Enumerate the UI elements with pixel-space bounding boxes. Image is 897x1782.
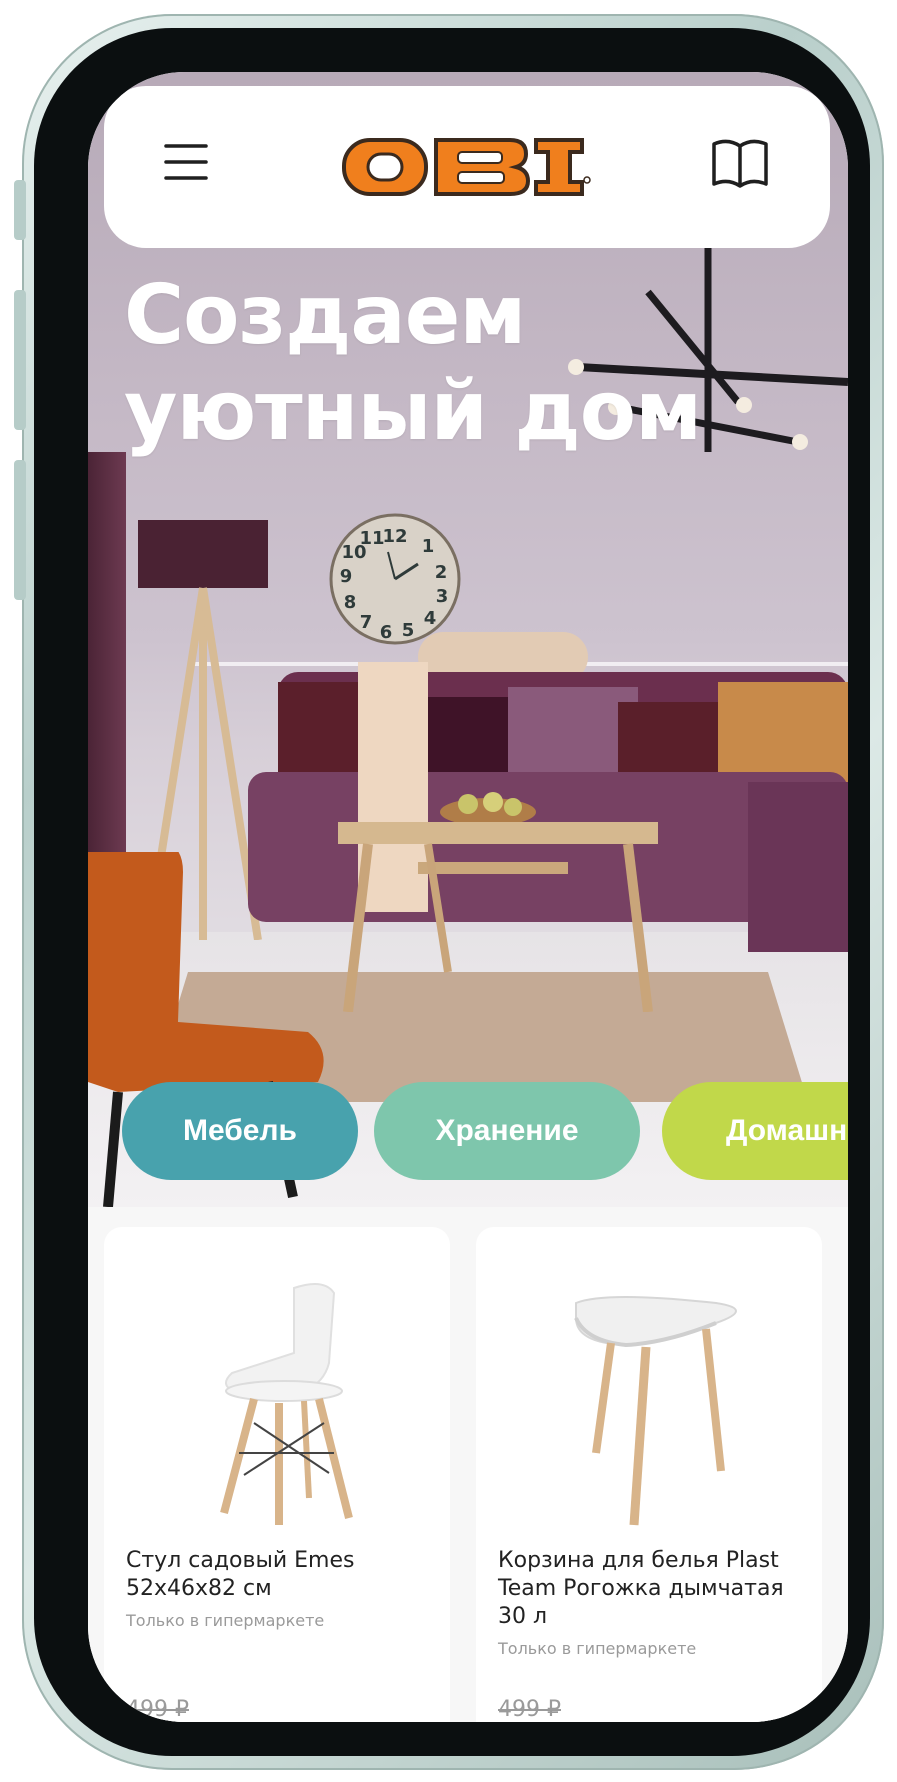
phone-volume-up [14, 290, 26, 430]
svg-text:4: 4 [424, 608, 437, 629]
category-furniture-chip[interactable]: Мебель [122, 1082, 358, 1180]
hero-title-line-1: Создаем [124, 268, 526, 363]
curtain-image [88, 452, 126, 912]
svg-text:2: 2 [435, 562, 448, 583]
hero-banner[interactable]: 12 1 2 3 4567 8 9 10 11 Создаем уютный д… [88, 72, 848, 1207]
product-title[interactable]: Корзина для белья Plast Team Рогожка дым… [498, 1547, 798, 1631]
obi-logo[interactable] [342, 132, 592, 202]
hamburger-menu-icon[interactable] [162, 138, 210, 186]
category-home-chip[interactable]: Домашний [662, 1082, 848, 1180]
product-card[interactable]: Корзина для белья Plast Team Рогожка дым… [476, 1227, 822, 1722]
svg-text:3: 3 [436, 586, 449, 607]
product-card[interactable]: Стул садовый Emes 52x46x82 см Только в г… [104, 1227, 450, 1722]
open-book-icon[interactable] [708, 136, 772, 192]
app-screen: 12 1 2 3 4567 8 9 10 11 Создаем уютный д… [88, 72, 848, 1722]
category-storage-chip[interactable]: Хранение [374, 1082, 640, 1180]
wall-clock-image: 12 123 4567 891011 [329, 513, 461, 645]
product-grid: Стул садовый Emes 52x46x82 см Только в г… [88, 1207, 848, 1722]
hero-title-line-2: уютный дом [124, 364, 702, 459]
product-title[interactable]: Стул садовый Emes 52x46x82 см [126, 1547, 426, 1603]
product-old-price: 499 ₽ [126, 1697, 189, 1722]
top-app-bar [104, 86, 830, 248]
coffee-table-image [338, 792, 658, 1012]
product-availability-note: Только в гипермаркете [498, 1639, 697, 1658]
chair-product-image [220, 1283, 353, 1525]
svg-text:9: 9 [340, 566, 353, 587]
svg-text:11: 11 [359, 528, 384, 549]
svg-text:12: 12 [382, 526, 407, 547]
phone-mute-switch [14, 180, 26, 240]
svg-text:1: 1 [422, 536, 435, 557]
product-availability-note: Только в гипермаркете [126, 1611, 325, 1630]
svg-text:8: 8 [344, 592, 357, 613]
svg-text:7: 7 [360, 612, 373, 633]
side-table-product-image [574, 1296, 737, 1526]
phone-volume-down [14, 460, 26, 600]
product-old-price: 499 ₽ [498, 1697, 561, 1722]
hero-title: Создаем уютный дом [124, 268, 724, 460]
